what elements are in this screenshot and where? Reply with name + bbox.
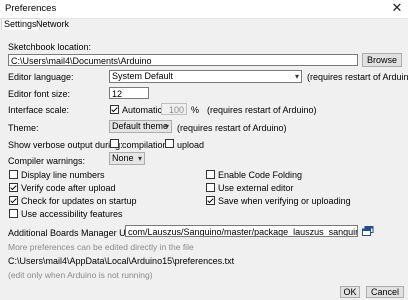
verbose-upload-label: upload bbox=[177, 140, 205, 150]
language-restart-note: (requires restart of Arduino) bbox=[307, 72, 408, 82]
edit-note: (edit only when Arduino is not running) bbox=[8, 270, 153, 280]
theme-select[interactable]: Default theme ▾ bbox=[109, 120, 172, 133]
compiler-warnings-value: None bbox=[112, 153, 134, 163]
more-preferences-text: More preferences can be edited directly … bbox=[8, 242, 194, 252]
preferences-file-path: C:\Users\mail4\AppData\Local\Arduino15\p… bbox=[8, 256, 235, 266]
verbose-compilation-checkbox[interactable] bbox=[110, 139, 119, 148]
interface-scale-input[interactable]: 100 bbox=[161, 103, 187, 115]
code-folding-label: Enable Code Folding bbox=[218, 170, 303, 180]
compiler-warnings-select[interactable]: None ▾ bbox=[109, 152, 145, 165]
verify-after-upload-label: Verify code after upload bbox=[21, 183, 116, 193]
chevron-down-icon: ▾ bbox=[294, 72, 299, 81]
sketchbook-label: Sketchbook location: bbox=[8, 42, 92, 52]
verbose-compilation-label: compilation bbox=[122, 140, 168, 150]
boards-manager-urls-input[interactable]: com/Lauszus/Sanguino/master/package_laus… bbox=[125, 225, 358, 237]
verbose-output-label: Show verbose output during: bbox=[8, 140, 123, 150]
accessibility-label: Use accessibility features bbox=[21, 209, 123, 219]
save-when-verifying-label: Save when verifying or uploading bbox=[218, 196, 351, 206]
accessibility-checkbox[interactable] bbox=[9, 209, 18, 218]
verbose-upload-checkbox[interactable] bbox=[165, 139, 174, 148]
boards-manager-label: Additional Boards Manager URLs: bbox=[8, 228, 145, 238]
preferences-window: Preferences ✕ Settings Network Sketchboo… bbox=[0, 0, 408, 300]
theme-value: Default theme bbox=[112, 121, 169, 131]
editor-font-size-label: Editor font size: bbox=[8, 89, 71, 99]
check-updates-checkbox[interactable] bbox=[9, 196, 18, 205]
browse-button[interactable]: Browse bbox=[362, 53, 402, 67]
display-line-numbers-label: Display line numbers bbox=[21, 170, 105, 180]
open-window-icon[interactable] bbox=[362, 226, 374, 236]
automatic-scale-checkbox[interactable] bbox=[110, 105, 119, 114]
automatic-scale-label: Automatic bbox=[122, 105, 163, 115]
window-title: Preferences bbox=[5, 3, 57, 14]
editor-language-select[interactable]: System Default ▾ bbox=[109, 70, 302, 83]
external-editor-checkbox[interactable] bbox=[206, 183, 215, 192]
title-bar: Preferences ✕ bbox=[0, 0, 408, 19]
display-line-numbers-checkbox[interactable] bbox=[9, 170, 18, 179]
check-updates-label: Check for updates on startup bbox=[21, 196, 137, 206]
verify-after-upload-checkbox[interactable] bbox=[9, 183, 18, 192]
editor-language-value: System Default bbox=[112, 71, 174, 81]
cancel-button[interactable]: Cancel bbox=[366, 286, 404, 298]
theme-label: Theme: bbox=[8, 123, 39, 133]
chevron-down-icon: ▾ bbox=[137, 154, 142, 163]
sketchbook-location-input[interactable]: C:\Users\mail4\Documents\Arduino bbox=[8, 54, 358, 66]
theme-restart-note: (requires restart of Arduino) bbox=[177, 123, 287, 133]
tab-network[interactable]: Network bbox=[34, 19, 71, 30]
interface-scale-unit: % bbox=[191, 105, 200, 115]
interface-scale-label: Interface scale: bbox=[8, 105, 70, 115]
compiler-warnings-label: Compiler warnings: bbox=[8, 156, 86, 166]
code-folding-checkbox[interactable] bbox=[206, 170, 215, 179]
settings-panel: Sketchbook location: C:\Users\mail4\Docu… bbox=[0, 30, 408, 284]
ok-button[interactable]: OK bbox=[340, 286, 360, 298]
save-when-verifying-checkbox[interactable] bbox=[206, 196, 215, 205]
external-editor-label: Use external editor bbox=[218, 183, 294, 193]
editor-language-label: Editor language: bbox=[8, 72, 74, 82]
chevron-down-icon: ▾ bbox=[164, 122, 169, 131]
editor-font-size-input[interactable]: 12 bbox=[109, 87, 149, 99]
close-icon[interactable]: ✕ bbox=[390, 1, 404, 15]
scale-restart-note: (requires restart of Arduino) bbox=[207, 105, 317, 115]
